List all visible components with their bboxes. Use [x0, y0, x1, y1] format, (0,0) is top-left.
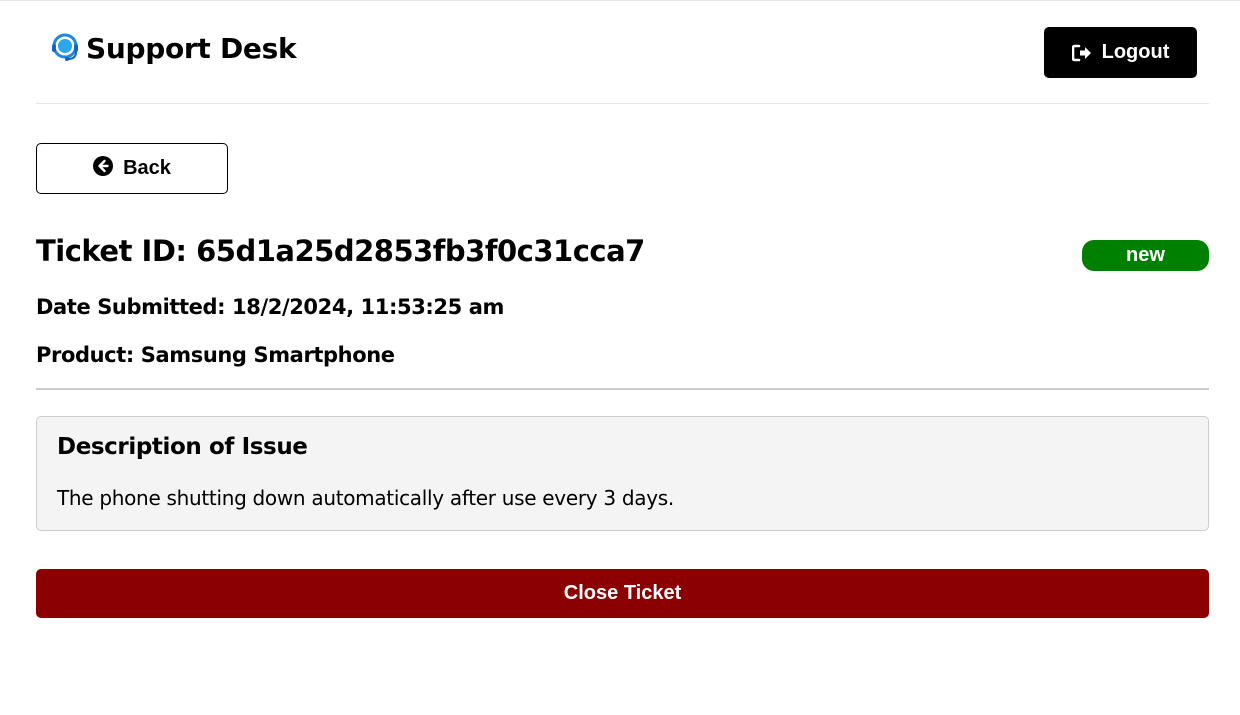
sign-out-icon	[1071, 44, 1092, 62]
description-text: The phone shutting down automatically af…	[57, 486, 674, 510]
logout-label: Logout	[1101, 41, 1170, 63]
logo[interactable]: Support Desk	[48, 31, 297, 65]
app-title: Support Desk	[86, 31, 297, 65]
main-container: Support Desk Logout Back Ticket ID: 65d1…	[36, 1, 1209, 618]
logout-button[interactable]: Logout	[1044, 27, 1197, 78]
back-button[interactable]: Back	[36, 143, 228, 194]
arrow-circle-left-icon	[93, 155, 114, 182]
status-badge: new	[1082, 240, 1209, 271]
headset-icon	[48, 31, 82, 65]
description-heading: Description of Issue	[57, 434, 308, 460]
page: Support Desk Logout Back Ticket ID: 65d1…	[0, 0, 1240, 715]
close-ticket-button[interactable]: Close Ticket	[36, 569, 1209, 618]
product: Product: Samsung Smartphone	[36, 343, 395, 367]
divider	[36, 388, 1209, 390]
date-submitted: Date Submitted: 18/2/2024, 11:53:25 am	[36, 295, 504, 319]
back-label: Back	[123, 157, 171, 179]
ticket-id: Ticket ID: 65d1a25d2853fb3f0c31cca7	[36, 234, 645, 268]
header: Support Desk Logout	[36, 1, 1209, 104]
description-box: Description of Issue The phone shutting …	[36, 416, 1209, 531]
